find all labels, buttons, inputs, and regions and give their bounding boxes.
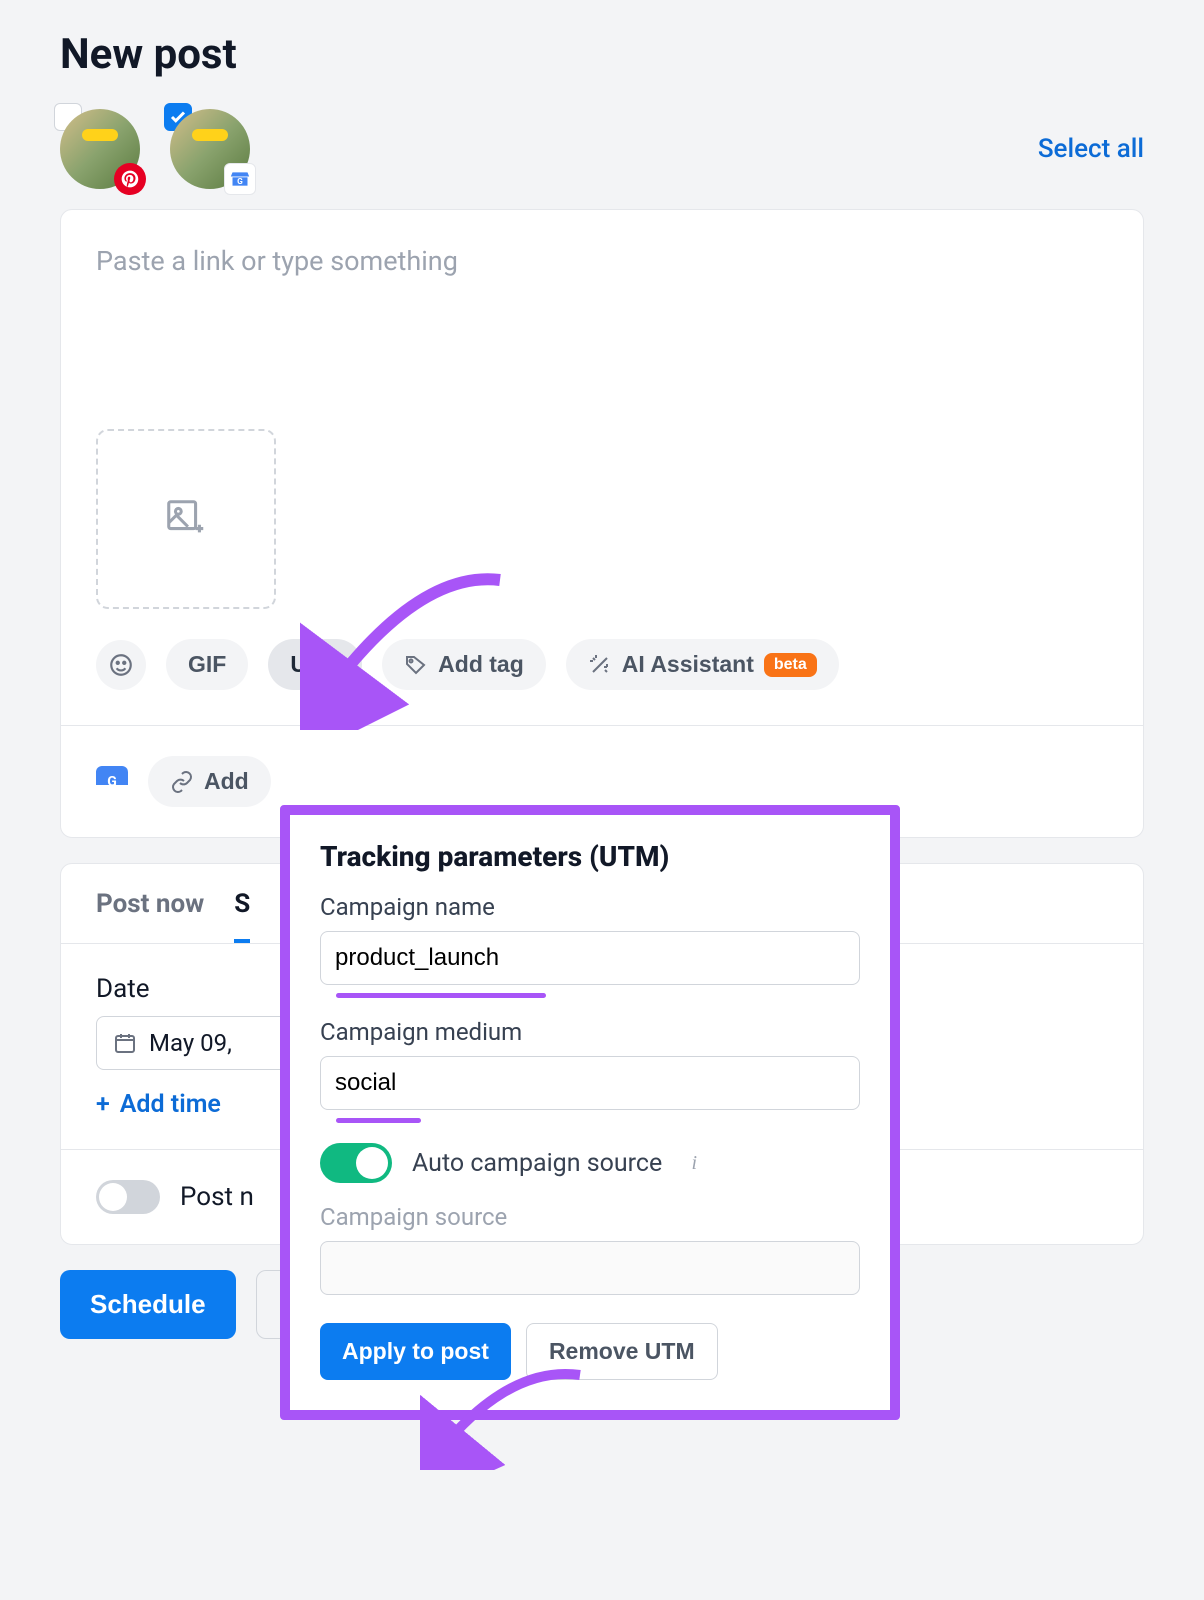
post-textarea[interactable] — [96, 245, 1108, 425]
emoji-button[interactable] — [96, 640, 146, 690]
accounts-list: G — [60, 109, 250, 189]
link-icon — [170, 770, 194, 794]
apply-to-post-button[interactable]: Apply to post — [320, 1323, 511, 1380]
add-tag-button[interactable]: Add tag — [382, 639, 546, 690]
annotation-underline — [336, 1118, 421, 1123]
post-needs-label: Post n — [180, 1182, 254, 1212]
editor-card: GIF UTM Add tag AI Assistant beta G Add — [60, 209, 1144, 838]
remove-utm-button[interactable]: Remove UTM — [526, 1323, 718, 1380]
add-action-button[interactable]: Add — [148, 756, 271, 807]
add-tag-label: Add tag — [438, 651, 524, 678]
pinterest-icon — [114, 163, 146, 195]
campaign-medium-label: Campaign medium — [320, 1018, 860, 1046]
image-add-icon — [163, 496, 209, 542]
editor-toolbar: GIF UTM Add tag AI Assistant beta — [96, 639, 1108, 690]
add-action-label: Add — [204, 768, 249, 795]
add-media-button[interactable] — [96, 429, 276, 609]
select-all-link[interactable]: Select all — [1038, 134, 1144, 164]
svg-text:G: G — [237, 177, 243, 187]
google-business-icon: G — [96, 766, 128, 798]
campaign-source-label: Campaign source — [320, 1203, 860, 1231]
account-google[interactable]: G — [170, 109, 250, 189]
utm-popover: Tracking parameters (UTM) Campaign name … — [280, 805, 900, 1420]
plus-icon: + — [96, 1090, 110, 1119]
beta-badge: beta — [764, 653, 817, 677]
google-business-icon: G — [224, 163, 256, 195]
emoji-icon — [108, 652, 134, 678]
ai-assistant-button[interactable]: AI Assistant beta — [566, 639, 839, 690]
campaign-source-input — [320, 1241, 860, 1295]
info-icon[interactable]: i — [682, 1151, 706, 1175]
auto-source-label: Auto campaign source — [412, 1149, 662, 1178]
account-pinterest[interactable] — [60, 109, 140, 189]
campaign-medium-input[interactable] — [320, 1056, 860, 1110]
accounts-row: G Select all — [60, 109, 1144, 189]
page-title: New post — [60, 30, 1144, 79]
post-needs-toggle[interactable] — [96, 1180, 160, 1214]
campaign-name-label: Campaign name — [320, 893, 860, 921]
magic-icon — [588, 653, 612, 677]
annotation-underline — [336, 993, 546, 998]
utm-button[interactable]: UTM — [268, 639, 362, 690]
schedule-button[interactable]: Schedule — [60, 1270, 236, 1339]
date-value: May 09, — [149, 1029, 232, 1057]
utm-popover-title: Tracking parameters (UTM) — [320, 840, 860, 873]
tag-icon — [404, 653, 428, 677]
calendar-icon — [113, 1031, 137, 1055]
campaign-name-input[interactable] — [320, 931, 860, 985]
add-timezone-label: Add time — [120, 1090, 221, 1119]
tab-post-now[interactable]: Post now — [96, 889, 204, 943]
gif-button[interactable]: GIF — [166, 639, 248, 690]
auto-source-toggle[interactable] — [320, 1143, 392, 1183]
tab-schedule[interactable]: S — [234, 889, 250, 943]
ai-assistant-label: AI Assistant — [622, 651, 754, 678]
